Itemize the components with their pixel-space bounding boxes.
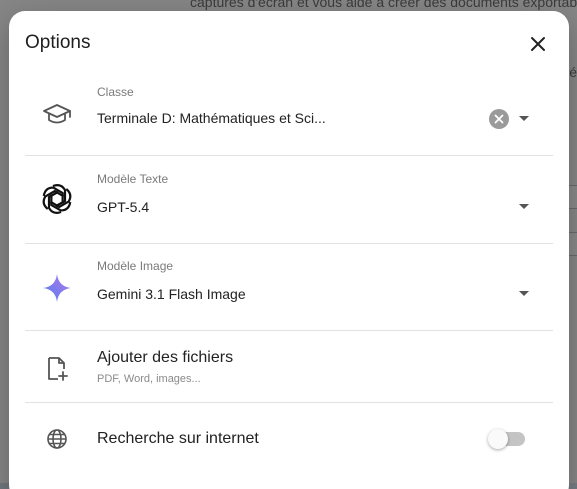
- close-icon: [531, 37, 545, 51]
- graduation-cap-icon: [39, 97, 75, 133]
- web-search-toggle[interactable]: [488, 429, 525, 449]
- modele-image-label: Modèle Image: [97, 259, 174, 273]
- dialog-header: Options: [9, 11, 569, 77]
- classe-select[interactable]: Classe Terminale D: Mathématiques et Sci…: [25, 79, 553, 155]
- divider: [25, 243, 553, 244]
- divider: [25, 155, 553, 156]
- options-dialog: Options Classe Terminale D: Mathématique…: [9, 11, 569, 489]
- add-files-subtitle: PDF, Word, images...: [97, 373, 201, 385]
- dialog-title: Options: [25, 32, 91, 53]
- chevron-down-icon[interactable]: [519, 291, 529, 296]
- add-files-title: Ajouter des fichiers: [97, 349, 234, 366]
- file-add-icon: [39, 351, 75, 387]
- gemini-sparkle-icon: [39, 270, 75, 306]
- modele-image-select[interactable]: Modèle Image Gemini 3.1 Flash Image: [25, 254, 553, 330]
- modele-texte-value: GPT-5.4: [97, 199, 150, 215]
- divider: [25, 402, 553, 403]
- modele-texte-label: Modèle Texte: [97, 172, 169, 186]
- clear-icon: [494, 114, 504, 124]
- close-button[interactable]: [527, 33, 549, 55]
- toggle-knob: [488, 429, 508, 449]
- classe-label: Classe: [97, 85, 134, 99]
- globe-icon: [39, 421, 75, 457]
- clear-selection-button[interactable]: [489, 109, 509, 129]
- web-search-row[interactable]: Recherche sur internet: [25, 411, 553, 467]
- divider: [25, 330, 553, 331]
- modele-texte-select[interactable]: Modèle Texte GPT-5.4: [25, 167, 553, 243]
- classe-value: Terminale D: Mathématiques et Sci...: [97, 110, 326, 126]
- chevron-down-icon[interactable]: [519, 204, 529, 209]
- add-files-button[interactable]: Ajouter des fichiers PDF, Word, images..…: [25, 339, 553, 403]
- modele-image-value: Gemini 3.1 Flash Image: [97, 286, 246, 302]
- openai-logo-icon: [39, 181, 75, 217]
- web-search-title: Recherche sur internet: [97, 430, 259, 447]
- chevron-down-icon[interactable]: [519, 116, 529, 121]
